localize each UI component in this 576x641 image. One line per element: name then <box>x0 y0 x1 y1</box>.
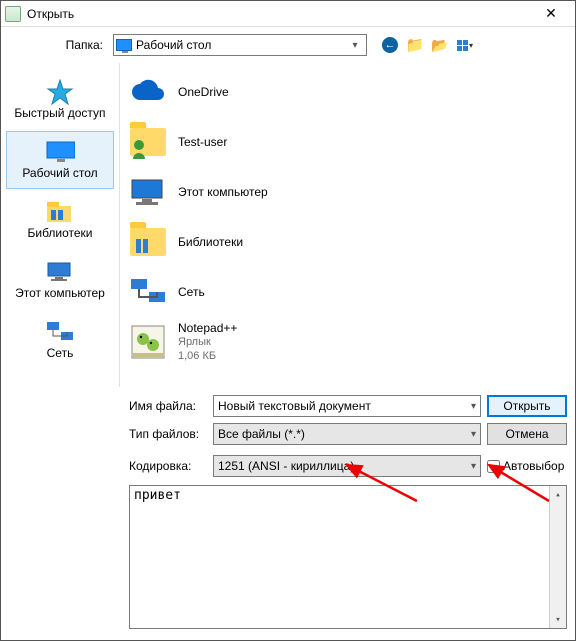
place-quick-access[interactable]: Быстрый доступ <box>6 71 114 129</box>
filetype-label: Тип файлов: <box>129 427 207 441</box>
scroll-up-icon[interactable]: ▴ <box>550 486 566 503</box>
user-folder-icon <box>128 122 168 162</box>
place-label: Этот компьютер <box>15 286 105 300</box>
chevron-down-icon: ▾ <box>346 40 364 51</box>
controls: Имя файла: Новый текстовый документ ▾ От… <box>1 387 575 481</box>
libraries-big-icon <box>128 222 168 262</box>
list-item[interactable]: Notepad++ Ярлык 1,06 КБ <box>120 317 575 367</box>
chevron-down-icon: ▾ <box>471 429 476 440</box>
open-dialog: Открыть ✕ Папка: Рабочий стол ▾ ← 📁 📂 Бы… <box>0 0 576 641</box>
list-item[interactable]: Test-user <box>120 117 575 167</box>
auto-checkbox[interactable]: Автовыбор <box>487 459 567 473</box>
notepadpp-icon <box>128 322 168 362</box>
filetype-value: Все файлы (*.*) <box>218 427 305 441</box>
place-label: Библиотеки <box>27 226 92 240</box>
preview-text: привет <box>134 488 181 503</box>
preview-pane: привет ▴ ▾ <box>129 485 567 629</box>
network-big-icon <box>128 272 168 312</box>
item-name: Notepad++ <box>178 321 237 335</box>
window-title: Открыть <box>27 7 531 21</box>
back-button[interactable]: ← <box>379 34 401 56</box>
filename-label: Имя файла: <box>129 399 207 413</box>
item-name: Сеть <box>178 285 205 299</box>
place-this-pc[interactable]: Этот компьютер <box>6 251 114 309</box>
pc-icon <box>45 260 75 284</box>
views-button[interactable] <box>454 34 476 56</box>
place-network[interactable]: Сеть <box>6 311 114 369</box>
encoding-combo[interactable]: 1251 (ANSI - кириллица) ▾ <box>213 455 481 477</box>
chevron-down-icon: ▾ <box>471 461 476 472</box>
close-button[interactable]: ✕ <box>531 4 571 24</box>
file-list[interactable]: OneDrive Test-user Этот компьютер Библио… <box>119 63 575 387</box>
place-desktop[interactable]: Рабочий стол <box>6 131 114 189</box>
folder-label: Папка: <box>1 38 109 52</box>
star-icon <box>45 80 75 104</box>
item-name: Этот компьютер <box>178 185 268 199</box>
libraries-icon <box>45 200 75 224</box>
scroll-down-icon[interactable]: ▾ <box>550 611 566 628</box>
encoding-label: Кодировка: <box>129 459 207 473</box>
cancel-button[interactable]: Отмена <box>487 423 567 445</box>
encoding-value: 1251 (ANSI - кириллица) <box>218 459 354 473</box>
filename-combo[interactable]: Новый текстовый документ ▾ <box>213 395 481 417</box>
list-item[interactable]: OneDrive <box>120 67 575 117</box>
list-item[interactable]: Сеть <box>120 267 575 317</box>
chevron-down-icon: ▾ <box>471 401 476 412</box>
titlebar: Открыть ✕ <box>1 1 575 27</box>
place-libraries[interactable]: Библиотеки <box>6 191 114 249</box>
up-button[interactable]: 📁 <box>404 34 426 56</box>
auto-label: Автовыбор <box>503 459 564 473</box>
item-type: Ярлык <box>178 335 237 349</box>
places-bar: Быстрый доступ Рабочий стол Библиотеки Э… <box>1 63 119 387</box>
item-name: OneDrive <box>178 85 229 99</box>
item-name: Библиотеки <box>178 235 243 249</box>
place-label: Рабочий стол <box>22 166 97 180</box>
filetype-combo[interactable]: Все файлы (*.*) ▾ <box>213 423 481 445</box>
network-icon <box>45 320 75 344</box>
folder-row: Папка: Рабочий стол ▾ ← 📁 📂 <box>1 27 575 63</box>
item-name: Test-user <box>178 135 227 149</box>
app-icon <box>5 6 21 22</box>
folder-value: Рабочий стол <box>136 38 211 52</box>
place-label: Сеть <box>47 346 74 360</box>
desktop-icon <box>116 39 132 51</box>
folder-combo[interactable]: Рабочий стол ▾ <box>113 34 367 56</box>
list-item[interactable]: Этот компьютер <box>120 167 575 217</box>
new-folder-button[interactable]: 📂 <box>429 34 451 56</box>
monitor-icon <box>45 140 75 164</box>
pc-big-icon <box>128 172 168 212</box>
scrollbar[interactable]: ▴ ▾ <box>549 486 566 628</box>
cloud-icon <box>128 72 168 112</box>
auto-checkbox-input[interactable] <box>487 460 500 473</box>
filename-value: Новый текстовый документ <box>218 399 371 413</box>
open-button[interactable]: Открыть <box>487 395 567 417</box>
toolbar: ← 📁 📂 <box>379 34 476 56</box>
item-size: 1,06 КБ <box>178 349 237 363</box>
list-item[interactable]: Библиотеки <box>120 217 575 267</box>
place-label: Быстрый доступ <box>14 106 105 120</box>
body: Быстрый доступ Рабочий стол Библиотеки Э… <box>1 63 575 387</box>
